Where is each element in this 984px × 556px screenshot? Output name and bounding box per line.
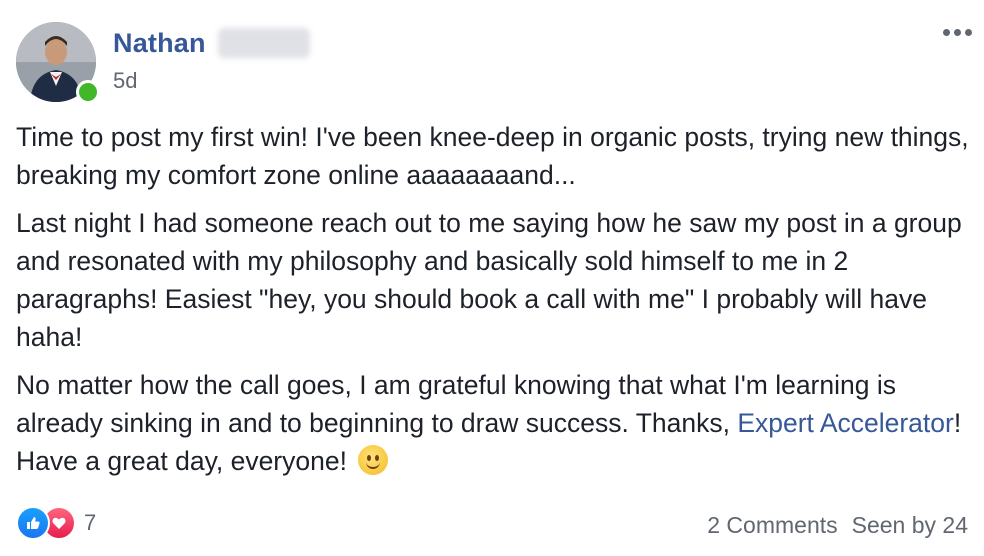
redacted-surname <box>218 28 310 58</box>
smiling-face-emoji-icon <box>358 445 389 475</box>
author-avatar[interactable] <box>16 22 100 104</box>
reaction-count: 7 <box>84 510 97 535</box>
more-dot-icon <box>942 28 950 36</box>
expert-accelerator-link[interactable]: Expert Accelerator <box>737 408 954 438</box>
post-paragraph-1: Time to post my first win! I've been kne… <box>16 122 969 190</box>
seen-by-link[interactable]: Seen by 24 <box>852 512 968 539</box>
more-dot-icon <box>953 28 961 36</box>
post-paragraph-2: Last night I had someone reach out to me… <box>16 208 962 352</box>
post-paragraph-3: No matter how the call goes, I am gratef… <box>16 366 972 480</box>
like-icon <box>16 506 50 540</box>
more-options-button[interactable] <box>940 22 974 42</box>
post-body: Time to post my first win! I've been kne… <box>16 118 972 490</box>
author-name[interactable]: Nathan <box>113 28 206 59</box>
post-stats: 2 Comments Seen by 24 <box>707 512 968 539</box>
post-timestamp[interactable]: 5d <box>113 68 137 94</box>
online-status-indicator <box>76 80 100 104</box>
comments-link[interactable]: 2 Comments <box>707 512 837 539</box>
more-dot-icon <box>964 28 972 36</box>
reactions-summary[interactable]: 7 <box>16 506 96 540</box>
